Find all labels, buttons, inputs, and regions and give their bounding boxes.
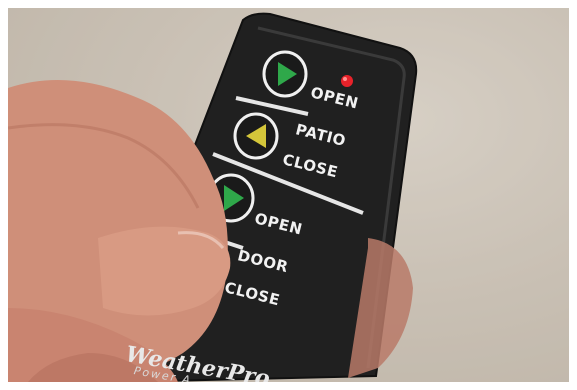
patio-close-button[interactable]	[233, 112, 279, 160]
patio-open-button[interactable]	[262, 50, 308, 98]
photo: OPEN PATIO CLOSE OPEN DOOR CLOSE Weather…	[8, 8, 569, 382]
indicator-led	[341, 75, 353, 87]
scene	[8, 8, 569, 382]
